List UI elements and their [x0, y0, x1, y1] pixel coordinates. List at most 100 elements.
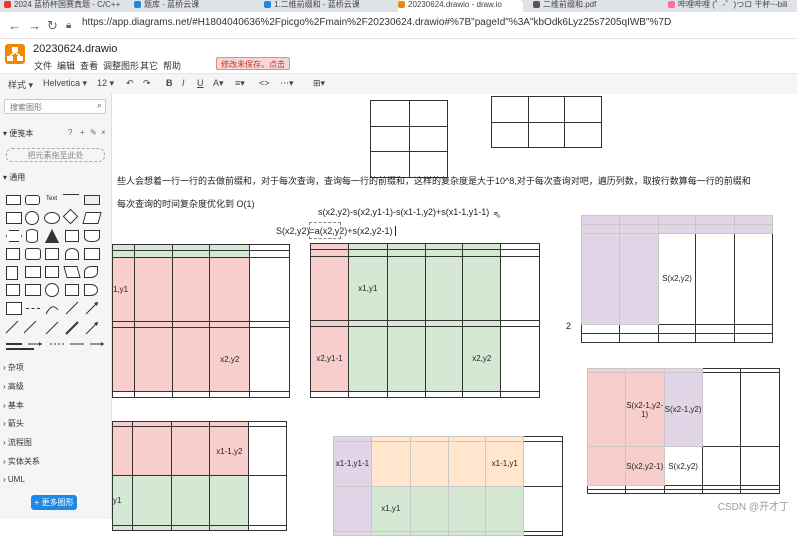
menu-extras[interactable]: 其它 [140, 59, 158, 72]
edit-icon[interactable]: ✎ [90, 128, 97, 137]
unsaved-changes-button[interactable]: 修改未保存。点击此处保存。⤓ [216, 57, 290, 82]
step-shape[interactable] [25, 266, 41, 278]
browser-tab-active[interactable]: 20230624.drawio - draw.io [398, 0, 523, 12]
font-size-dropdown[interactable]: 12 ▾ [97, 78, 114, 89]
align-icon[interactable]: ≡▾ [235, 78, 245, 89]
shape-search-input[interactable] [8, 102, 96, 113]
font-dropdown[interactable]: Helvetica ▾ [43, 78, 87, 89]
dashed-line-shape[interactable] [26, 308, 40, 309]
general-section-header[interactable]: ▾ 通用 [0, 172, 111, 183]
browser-tab[interactable]: 2024 蓝桥杯国赛真题 - C/C++ [4, 0, 124, 12]
cell-label: x1-1,y2 [216, 446, 243, 456]
prefix-grid-left[interactable]: 1,y1 x2,y2 [112, 243, 290, 399]
shape-search-box[interactable]: ⌕ [4, 99, 106, 114]
sidebar-category-advanced[interactable]: › 高级 [0, 381, 111, 392]
cylinder-shape[interactable] [26, 229, 38, 243]
wave-shape[interactable] [84, 266, 98, 278]
or-shape[interactable] [45, 283, 59, 297]
delay-shape[interactable] [84, 284, 98, 296]
heading-shape[interactable] [63, 194, 79, 205]
file-name[interactable]: 20230624.drawio [33, 43, 117, 55]
chevron-down-icon: ▾ [3, 129, 8, 138]
sidebar-category-uml[interactable]: › UML [0, 475, 111, 484]
container-shape[interactable] [25, 284, 41, 296]
search-icon[interactable]: ⌕ [97, 100, 102, 111]
font-color-icon[interactable]: A▾ [213, 78, 224, 89]
menu-arrange[interactable]: 调整图形 [103, 59, 139, 72]
url-field[interactable]: https://app.diagrams.net/#H1804040636%2F… [82, 17, 671, 28]
redo-icon[interactable]: ↷ [143, 78, 151, 89]
grid-3x2[interactable] [370, 100, 448, 178]
sidebar-category-misc[interactable]: › 杂项 [0, 362, 111, 373]
tape-shape[interactable] [45, 248, 59, 260]
text-shape[interactable]: Text [46, 196, 57, 202]
cube-shape[interactable] [45, 266, 59, 278]
undo-icon[interactable]: ↶ [126, 78, 134, 89]
explanation-text-2[interactable]: 每次查询的时间复杂度优化到 O(1) [117, 197, 255, 210]
bold-button[interactable]: B [166, 78, 173, 88]
chevron-right-icon: › [3, 457, 6, 466]
explanation-text[interactable]: 些人会想着一行一行的去做前缀和，对于每次查询，查询每一行的前缀和，这样的复杂度是… [117, 174, 751, 187]
or-gate-shape[interactable] [65, 284, 79, 296]
add-icon[interactable]: + [80, 128, 85, 137]
lock-icon[interactable]: 🔒︎ [66, 20, 71, 31]
italic-button[interactable]: I [182, 78, 185, 88]
trapezoid-shape[interactable] [63, 266, 81, 278]
sidebar-category-arrows[interactable]: › 箭头 [0, 418, 111, 429]
note-shape[interactable] [6, 248, 20, 260]
prefix-grid-right-bottom[interactable]: S(x2-1,y2-1) S(x2-1,y2) S(x2,y2-1) S(x2,y2… [587, 368, 780, 494]
menu-file[interactable]: 文件 [34, 59, 52, 72]
sidebar-category-basic[interactable]: › 基本 [0, 400, 111, 411]
rectangle-shape[interactable] [6, 195, 21, 205]
browser-tab[interactable]: 1.二维前缀和 - 蓝桥云课 [264, 0, 389, 12]
parallelogram-shape[interactable] [82, 212, 102, 224]
prefix-grid-middle[interactable]: x1,y1 x2,y1-1 x2,y2 [310, 242, 540, 399]
arrow-line-shapes[interactable] [4, 340, 108, 348]
formula-query[interactable]: s(x2,y2)-s(x2,y1-1)-s(x1-1,y2)+s(x1-1,y1… [318, 207, 489, 217]
reload-icon[interactable]: ↻ [47, 18, 58, 34]
grid-2x3[interactable] [491, 96, 602, 148]
line-shapes[interactable] [4, 319, 44, 355]
menu-view[interactable]: 查看 [80, 59, 98, 72]
code-icon[interactable]: <> [259, 78, 270, 88]
cell-label: x2,y2 [472, 354, 492, 364]
sidebar-category-er[interactable]: › 实体关系 [0, 456, 111, 467]
scratchpad-dropzone[interactable]: 把元素拖至此处 [6, 148, 105, 162]
browser-tab[interactable]: 题库 - 蓝桥云课 [134, 0, 254, 12]
annotation-text[interactable]: 2 [566, 321, 571, 331]
browser-tab[interactable]: 哔哩哔哩 (゜-゜)つロ 干杯~-bili [668, 0, 797, 12]
actor-shape[interactable] [6, 284, 20, 296]
tab-favicon-icon [264, 1, 271, 8]
more-shapes-button[interactable]: + 更多图形 [31, 495, 77, 510]
callout-shape[interactable] [84, 248, 100, 260]
menu-help[interactable]: 帮助 [163, 59, 181, 72]
prefix-grid-bottom-middle[interactable]: x1-1,y1-1 x1-1,y1 x1,y1 [333, 436, 563, 536]
prefix-grid-bottom-left[interactable]: x1-1,y2 y1 [112, 421, 287, 531]
close-icon[interactable]: × [101, 128, 106, 137]
circle-shape[interactable] [25, 211, 39, 225]
underline-button[interactable]: U [197, 78, 204, 88]
document-shape[interactable] [84, 230, 100, 242]
sidebar-category-flowchart[interactable]: › 流程图 [0, 437, 111, 448]
rounded-rectangle-shape[interactable] [25, 195, 40, 205]
file-shape[interactable] [6, 266, 18, 280]
back-icon[interactable]: ← [8, 18, 21, 33]
forward-icon[interactable]: → [28, 18, 41, 33]
process-shape[interactable] [65, 230, 79, 242]
scratchpad-section-header[interactable]: ▾ 便笺本 ? + ✎ × [0, 128, 111, 139]
table-icon[interactable]: ⊞▾ [313, 78, 325, 89]
list-shape[interactable] [6, 302, 22, 315]
textbox-shape[interactable] [84, 195, 100, 205]
card-shape[interactable] [25, 248, 41, 260]
hexagon-shape[interactable] [6, 230, 22, 242]
menu-edit[interactable]: 编辑 [57, 59, 75, 72]
prefix-grid-right-top[interactable]: S(x2,y2) [581, 214, 773, 344]
help-icon[interactable]: ? [68, 128, 72, 137]
browser-tab[interactable]: 二维前缀和.pdf [533, 0, 658, 12]
cloud-shape[interactable] [65, 248, 79, 260]
style-dropdown[interactable]: 样式 ▾ [8, 78, 33, 91]
connector-shapes[interactable] [44, 300, 104, 340]
more-icon[interactable]: ⋯▾ [280, 78, 294, 89]
ellipse-shape[interactable] [44, 212, 60, 224]
square-shape[interactable] [6, 212, 22, 224]
